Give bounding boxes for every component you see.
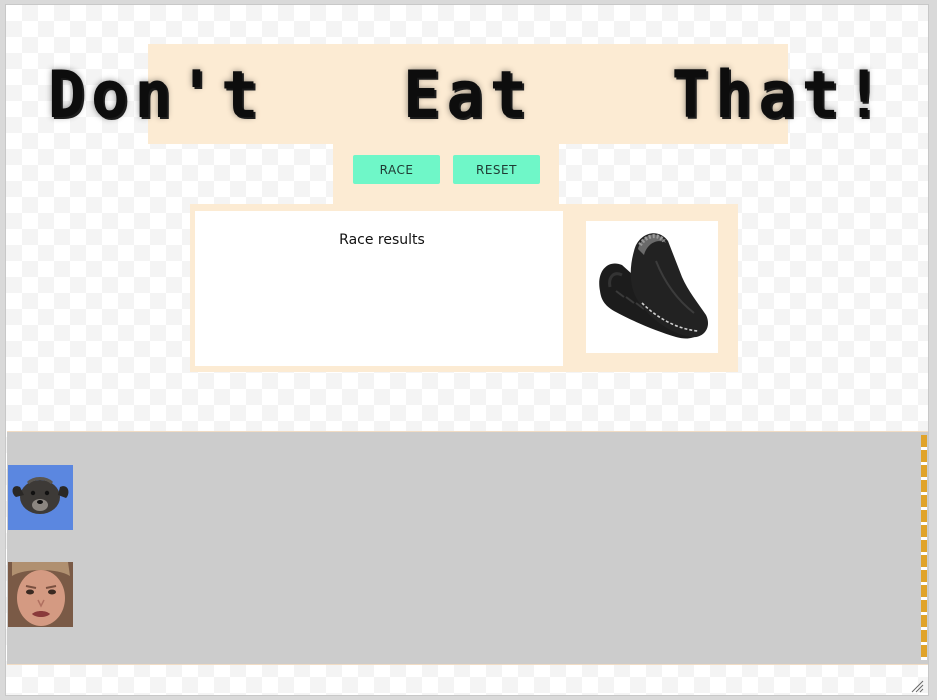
results-box: Race results: [195, 211, 563, 366]
resize-handle-icon[interactable]: [910, 678, 924, 693]
race-track: [7, 431, 928, 665]
person-avatar: [8, 562, 73, 627]
page-title: Don't Eat That!: [47, 55, 889, 133]
slipper-shoe-image: [586, 221, 718, 353]
slipper-shoe-icon: [599, 233, 709, 339]
app-frame: Don't Eat That! RACE RESET Race results: [5, 4, 929, 696]
results-panel: Race results: [190, 204, 738, 372]
dog-avatar: [8, 465, 73, 530]
finish-line: [921, 435, 927, 660]
results-title: Race results: [339, 232, 425, 248]
title-banner: Don't Eat That!: [48, 44, 882, 144]
race-button[interactable]: RACE: [353, 155, 440, 184]
controls-panel: RACE RESET: [333, 144, 559, 210]
reset-button[interactable]: RESET: [453, 155, 540, 184]
person-face-icon: [8, 562, 73, 627]
dog-face-icon: [12, 477, 69, 514]
